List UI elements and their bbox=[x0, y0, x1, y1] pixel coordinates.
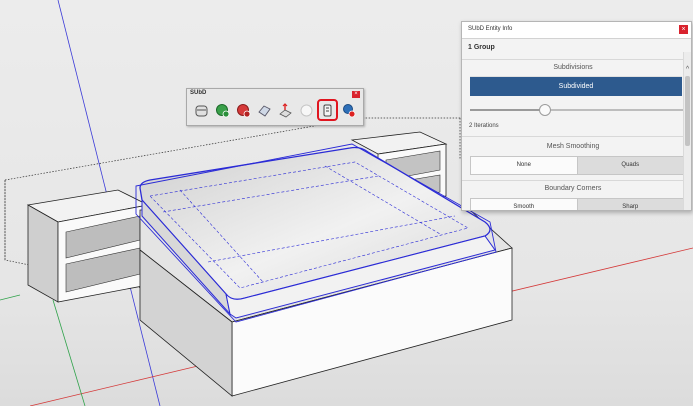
vertex-move-icon bbox=[279, 102, 292, 117]
iterations-label: 2 Iterations bbox=[469, 123, 499, 129]
crease-remove-button[interactable] bbox=[235, 101, 252, 119]
boundary-corners-option-smooth[interactable]: Smooth bbox=[471, 199, 577, 210]
settings-button[interactable] bbox=[340, 101, 357, 119]
green-axis-guide bbox=[52, 299, 86, 406]
boundary-corners-option-sharp[interactable]: Sharp bbox=[576, 199, 683, 210]
vertex-move-button[interactable] bbox=[277, 101, 294, 119]
scrollbar-thumb[interactable] bbox=[685, 76, 690, 146]
mesh-smoothing-segmented-control: None Quads bbox=[470, 156, 684, 175]
slider-fill bbox=[470, 109, 545, 111]
toolbar-title: SUbD bbox=[190, 90, 207, 96]
sphere-button[interactable] bbox=[298, 101, 315, 119]
panel-titlebar[interactable]: SUbD Entity Info × bbox=[462, 22, 691, 39]
crease-add-icon bbox=[216, 103, 230, 117]
mesh-smoothing-option-quads[interactable]: Quads bbox=[576, 157, 683, 174]
divider bbox=[462, 136, 684, 137]
scroll-up-icon[interactable]: ^ bbox=[684, 66, 691, 73]
slider-knob[interactable] bbox=[538, 104, 551, 116]
iterations-slider[interactable] bbox=[470, 109, 684, 111]
sphere-icon bbox=[300, 104, 313, 116]
toggle-subd-button[interactable] bbox=[193, 101, 210, 119]
entity-info-icon bbox=[323, 104, 332, 116]
panel-title: SUbD Entity Info bbox=[468, 26, 513, 32]
scroll-down-icon[interactable]: v bbox=[684, 209, 691, 210]
entity-info-panel: SUbD Entity Info × 1 Group Subdivisions … bbox=[461, 21, 692, 211]
panel-close-button[interactable]: × bbox=[679, 25, 688, 34]
mesh-smoothing-option-none[interactable]: None bbox=[471, 157, 577, 174]
subdivided-toggle-button[interactable]: Subdivided bbox=[470, 77, 682, 96]
smooth-edges-icon bbox=[258, 104, 271, 117]
settings-icon bbox=[343, 103, 356, 117]
boundary-corners-heading: Boundary Corners bbox=[544, 185, 602, 192]
selection-summary: 1 Group bbox=[468, 44, 495, 51]
divider bbox=[462, 180, 684, 181]
left-nightstand bbox=[26, 189, 150, 303]
crease-add-button[interactable] bbox=[214, 101, 231, 119]
boundary-corners-segmented-control: Smooth Sharp bbox=[470, 198, 684, 210]
entity-info-button[interactable] bbox=[317, 99, 338, 121]
toolbar-tools bbox=[193, 99, 357, 121]
toggle-subd-icon bbox=[195, 105, 208, 116]
green-axis bbox=[0, 294, 21, 301]
divider bbox=[462, 59, 684, 60]
panel-scrollbar[interactable]: ^ v bbox=[683, 52, 691, 210]
crease-remove-icon bbox=[237, 103, 251, 117]
toolbar-close-button[interactable]: × bbox=[352, 91, 360, 98]
subd-toolbar: SUbD × bbox=[186, 88, 364, 126]
mesh-smoothing-heading: Mesh Smoothing bbox=[546, 143, 600, 150]
subdivisions-heading: Subdivisions bbox=[553, 64, 593, 71]
smooth-edges-button[interactable] bbox=[256, 101, 273, 119]
